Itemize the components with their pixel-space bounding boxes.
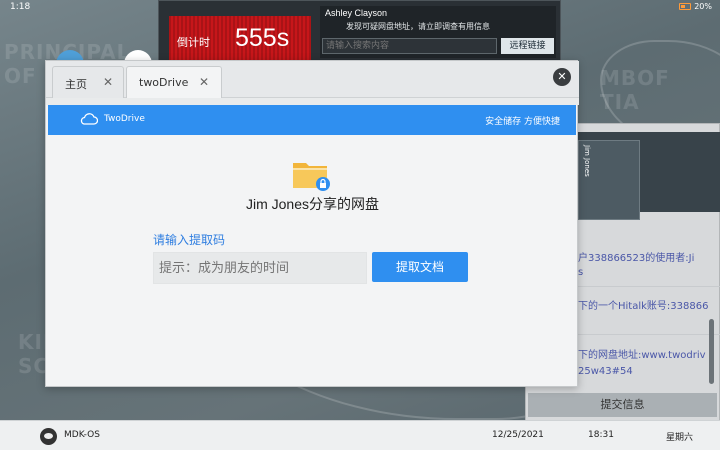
tab-bar: 主页 ✕ twoDrive ✕ ✕: [46, 61, 579, 98]
share-owner-title: Jim Jones分享的网盘: [245, 196, 380, 212]
tab-twodrive[interactable]: twoDrive ✕: [126, 66, 222, 98]
chat-line-2: s: [578, 267, 584, 278]
extract-document-button[interactable]: 提取文档: [372, 252, 468, 282]
tab-twodrive-label: twoDrive: [139, 76, 189, 89]
chat-divider: [571, 286, 720, 287]
battery-level: 20%: [694, 2, 712, 11]
chat-line-1: 户338866523的使用者:Ji: [578, 253, 695, 264]
site-tagline: 安全储存 方便快捷: [485, 117, 560, 127]
site-header: TwoDrive 安全储存 方便快捷: [48, 105, 576, 135]
phone-card[interactable]: Jim Jones: [578, 140, 640, 220]
tab-close-icon[interactable]: ✕: [199, 75, 209, 89]
browser-window: 主页 ✕ twoDrive ✕ ✕ TwoDrive 安全储存 方便快捷 Jim…: [45, 60, 579, 387]
message-sender: Ashley Clayson: [325, 8, 388, 18]
os-name: MDK-OS: [64, 430, 100, 440]
search-input[interactable]: [322, 38, 497, 54]
countdown-label: 倒计时: [177, 36, 210, 49]
chat-scrollbar[interactable]: [709, 319, 714, 384]
tab-home-label: 主页: [65, 78, 87, 91]
message-text: 发现可疑网盘地址，请立即调查有用信息: [346, 22, 490, 31]
extract-code-input[interactable]: [153, 252, 367, 284]
battery-icon: [679, 3, 692, 10]
battery-indicator: 20%: [679, 2, 712, 11]
os-logo-icon[interactable]: [40, 428, 57, 445]
remote-link-button[interactable]: 远程链接: [501, 38, 554, 54]
chat-line-3: 下的一个Hitalk账号:338866: [578, 301, 709, 312]
status-time: 1:18: [10, 2, 31, 12]
countdown-value: 555s: [235, 24, 290, 52]
countdown-timer: 倒计时 555s: [169, 16, 311, 60]
site-name: TwoDrive: [104, 114, 145, 124]
tab-close-icon[interactable]: ✕: [103, 75, 113, 89]
bg-text-right: MBOF TIA: [600, 66, 670, 114]
code-label: 请输入提取码: [153, 233, 226, 247]
cloud-icon: [80, 113, 98, 125]
phone-label: Jim Jones: [583, 145, 591, 177]
taskbar: MDK-OS 12/25/2021 18:31 星期六: [0, 420, 720, 450]
folder-lock-icon: [293, 163, 330, 191]
chat-divider: [571, 334, 720, 335]
close-icon[interactable]: ✕: [553, 68, 571, 86]
submit-info-button[interactable]: 提交信息: [528, 393, 717, 417]
taskbar-date: 12/25/2021: [492, 430, 544, 440]
chat-line-5: 25w43#54: [578, 366, 633, 377]
taskbar-time: 18:31: [588, 430, 614, 440]
nav-strip: [46, 98, 579, 105]
mission-panel: 倒计时 555s Ashley Clayson 发现可疑网盘地址，请立即调查有用…: [158, 0, 561, 62]
message-box: Ashley Clayson 发现可疑网盘地址，请立即调查有用信息 远程链接: [320, 6, 556, 58]
tab-home[interactable]: 主页 ✕: [52, 66, 124, 98]
chat-line-4: 下的网盘地址:www.twodriv: [578, 350, 706, 361]
taskbar-weekday: 星期六: [666, 433, 694, 443]
